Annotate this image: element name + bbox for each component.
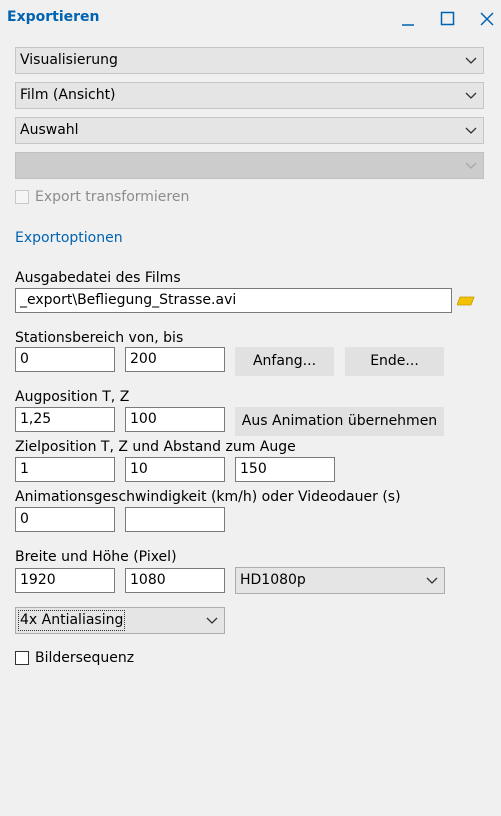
chevron-down-icon (465, 54, 477, 66)
eye-position-label: Augposition T, Z (15, 389, 130, 405)
selection-value: Auswahl (20, 122, 79, 138)
chevron-down-icon (465, 89, 477, 101)
export-transform-label: Export transformieren (35, 189, 190, 205)
from-animation-button[interactable]: Aus Animation übernehmen (235, 407, 444, 436)
window-title: Exportieren (7, 9, 100, 25)
station-to-input[interactable]: 200 (125, 347, 225, 372)
antialiasing-value: 4x Antialiasing (18, 610, 126, 631)
selection-select[interactable]: Auswahl (15, 117, 484, 144)
output-file-label: Ausgabedatei des Films (15, 270, 181, 286)
image-sequence-label: Bildersequenz (35, 650, 135, 666)
width-input[interactable]: 1920 (15, 568, 115, 593)
minimize-icon[interactable] (398, 9, 418, 29)
size-label: Breite und Höhe (Pixel) (15, 549, 177, 565)
target-z-input[interactable]: 10 (125, 457, 225, 482)
eye-z-input[interactable]: 100 (125, 407, 225, 432)
close-icon[interactable] (477, 9, 497, 29)
folder-icon[interactable] (456, 294, 475, 308)
chevron-down-icon (465, 159, 477, 171)
export-options-title: Exportoptionen (15, 230, 123, 246)
output-file-input[interactable]: _export\Befliegung_Strasse.avi (15, 288, 452, 313)
target-position-label: Zielposition T, Z und Abstand zum Auge (15, 439, 296, 455)
start-button[interactable]: Anfang... (235, 347, 334, 376)
chevron-down-icon (426, 574, 438, 586)
station-range-label: Stationsbereich von, bis (15, 330, 184, 346)
height-input[interactable]: 1080 (125, 568, 225, 593)
eye-t-input[interactable]: 1,25 (15, 407, 115, 432)
target-distance-input[interactable]: 150 (235, 457, 335, 482)
antialiasing-select[interactable]: 4x Antialiasing (15, 607, 225, 634)
animation-speed-input[interactable]: 0 (15, 507, 115, 532)
export-mode-select[interactable]: Film (Ansicht) (15, 82, 484, 109)
export-mode-value: Film (Ansicht) (20, 87, 116, 103)
chevron-down-icon (465, 124, 477, 136)
chevron-down-icon (206, 614, 218, 626)
maximize-icon[interactable] (438, 9, 458, 29)
end-button[interactable]: Ende... (345, 347, 444, 376)
export-type-select[interactable]: Visualisierung (15, 47, 484, 74)
export-transform-checkbox (15, 190, 29, 204)
size-preset-value: HD1080p (240, 572, 306, 588)
target-t-input[interactable]: 1 (15, 457, 115, 482)
station-from-input[interactable]: 0 (15, 347, 115, 372)
extra-select (15, 152, 484, 179)
animation-speed-label: Animationsgeschwindigkeit (km/h) oder Vi… (15, 489, 401, 505)
export-type-value: Visualisierung (20, 52, 118, 68)
size-preset-select[interactable]: HD1080p (235, 567, 445, 594)
video-duration-input[interactable] (125, 507, 225, 532)
image-sequence-checkbox[interactable] (15, 651, 29, 665)
